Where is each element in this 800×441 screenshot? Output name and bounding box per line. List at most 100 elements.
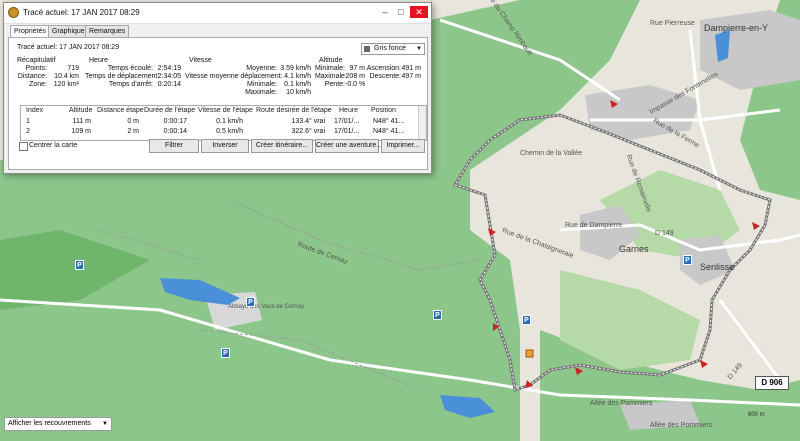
overlay-dropdown[interactable]: Afficher les recouvrements ▼: [4, 417, 112, 431]
column-header[interactable]: Heure: [339, 107, 358, 114]
app-icon: [8, 7, 19, 18]
speed-title: Vitesse: [189, 57, 212, 64]
moving-value: 2:34:05: [157, 73, 181, 80]
min-speed-value: 0.1 km/h: [284, 81, 311, 88]
create-adventure-button[interactable]: Créer une aventure...: [315, 139, 382, 153]
table-cell: 0:00:17: [163, 118, 187, 125]
track-properties-window: Tracé actuel: 17 JAN 2017 08:29 – □ ✕ Pr…: [3, 2, 432, 174]
table-cell: 322.6° vrai: [291, 128, 325, 135]
color-select-value: Gris foncé: [374, 45, 406, 52]
points-label: Points:: [25, 65, 47, 72]
stopped-value: 0:20:14: [157, 81, 181, 88]
max-speed-value: 10 km/h: [286, 89, 311, 96]
parking-icon[interactable]: P: [433, 310, 442, 320]
max-alt-label: Maximale:: [315, 73, 347, 80]
table-scrollbar[interactable]: [418, 106, 426, 140]
parking-icon[interactable]: P: [221, 348, 230, 358]
parking-icon[interactable]: P: [683, 255, 692, 265]
close-button[interactable]: ✕: [410, 6, 428, 18]
create-route-button[interactable]: Créer itinéraire...: [251, 139, 313, 153]
color-select[interactable]: Gris foncé ▼: [361, 43, 425, 55]
table-cell: 109 m: [71, 128, 91, 135]
column-header[interactable]: Position: [371, 107, 396, 114]
min-speed-label: Minimale:: [247, 81, 277, 88]
place-label: Dampierre-en-Y: [704, 23, 769, 33]
slope-label: Pente:: [324, 81, 345, 88]
reverse-button[interactable]: Inverser: [201, 139, 249, 153]
column-header[interactable]: Distance étape: [97, 107, 144, 114]
filter-button[interactable]: Filtrer: [149, 139, 199, 153]
column-header[interactable]: Altitude: [69, 107, 92, 114]
column-header[interactable]: Vitesse de l'étape: [198, 107, 253, 114]
parking-icon[interactable]: P: [522, 315, 531, 325]
table-cell: 0.5 km/h: [216, 128, 243, 135]
table-cell: 0:00:14: [163, 128, 187, 135]
max-speed-label: Maximale:: [245, 89, 277, 96]
column-header[interactable]: Index: [26, 107, 43, 114]
elapsed-value: 2:54:19: [157, 65, 181, 72]
elapsed-label: Temps écoulé:: [107, 65, 153, 72]
color-swatch: [364, 46, 370, 52]
column-header[interactable]: Durée de l'étape: [144, 107, 195, 114]
parking-icon[interactable]: P: [75, 260, 84, 270]
street-label: Rue de Dampierre: [565, 222, 623, 229]
descent-value: 497 m: [401, 73, 421, 80]
chevron-down-icon: ▼: [416, 46, 422, 52]
altitude-title: Altitude: [319, 57, 343, 64]
max-alt-value: 208 m: [345, 73, 365, 80]
minimize-button[interactable]: –: [378, 6, 392, 18]
distance-value: 10.4 km: [54, 73, 79, 80]
distance-label: Distance:: [17, 73, 47, 80]
table-cell: 2: [26, 128, 30, 135]
avg-speed-label: Moyenne:: [246, 65, 277, 72]
place-label: Allée des Pommiers: [650, 422, 713, 429]
track-label: Tracé actuel: 17 JAN 2017 08:29: [17, 44, 120, 51]
table-cell: 111 m: [72, 118, 91, 125]
window-title: Tracé actuel: 17 JAN 2017 08:29: [23, 8, 140, 17]
avg-speed-value: 3.59 km/h: [280, 65, 311, 72]
moving-avg-speed-label: Vitesse moyenne déplacement:: [185, 73, 283, 80]
road-number-badge: D 906: [755, 376, 789, 390]
zone-label: Zone:: [29, 81, 47, 88]
table-cell: 17/01/...: [334, 128, 360, 135]
road-label: D 149: [655, 230, 674, 237]
chevron-down-icon: ▼: [102, 421, 108, 427]
table-cell: 2 m: [127, 128, 139, 135]
descent-label: Descente:: [369, 73, 401, 80]
print-button[interactable]: Imprimer...: [381, 139, 425, 153]
slope-value: -0.0 %: [345, 81, 366, 88]
min-alt-value: 97 m: [349, 65, 365, 72]
center-map-checkbox[interactable]: [19, 142, 28, 151]
stopped-label: Temps d'arrêt:: [108, 81, 153, 88]
maximize-button[interactable]: □: [394, 6, 408, 18]
track-points-table[interactable]: Index Altitude Distance étape Durée de l…: [20, 105, 427, 141]
place-label: Senlisse: [700, 262, 735, 272]
scale-bar: 800 m: [748, 412, 765, 418]
parking-icon[interactable]: P: [246, 297, 255, 307]
table-cell: 0.1 km/h: [216, 118, 243, 125]
street-label: Allée des Pommiers: [590, 400, 653, 407]
place-label: Abbaye des Vaux de Cernay: [228, 304, 304, 310]
title-bar[interactable]: Tracé actuel: 17 JAN 2017 08:29 – □ ✕: [4, 3, 431, 24]
summary-title: Récapitulatif: [17, 57, 56, 64]
moving-label: Temps de déplacement:: [85, 73, 160, 80]
properties-pane: Tracé actuel: 17 JAN 2017 08:29 Gris fon…: [8, 37, 428, 170]
table-cell: N48° 41...: [373, 118, 405, 125]
center-map-label[interactable]: Centrer la carte: [29, 142, 77, 149]
table-cell: N48° 41...: [373, 128, 405, 135]
street-label: Rue Pierreuse: [650, 20, 695, 27]
table-cell: 133.4° vrai: [291, 118, 325, 125]
ascent-value: 491 m: [401, 65, 421, 72]
min-alt-label: Minimale:: [315, 65, 345, 72]
overlay-dropdown-label: Afficher les recouvrements: [8, 420, 91, 427]
points-value: 719: [67, 65, 79, 72]
moving-avg-speed-value: 4.1 km/h: [284, 73, 311, 80]
warning-marker: [525, 349, 534, 358]
column-header[interactable]: Route désirée de l'étape: [256, 107, 332, 114]
zone-value: 120 km²: [53, 81, 79, 88]
table-cell: 1: [26, 118, 30, 125]
street-label: Chemin de la Vallée: [520, 150, 583, 157]
ascent-label: Ascension:: [366, 65, 401, 72]
time-title: Heure: [89, 57, 109, 64]
place-label: Garnes: [619, 244, 649, 254]
